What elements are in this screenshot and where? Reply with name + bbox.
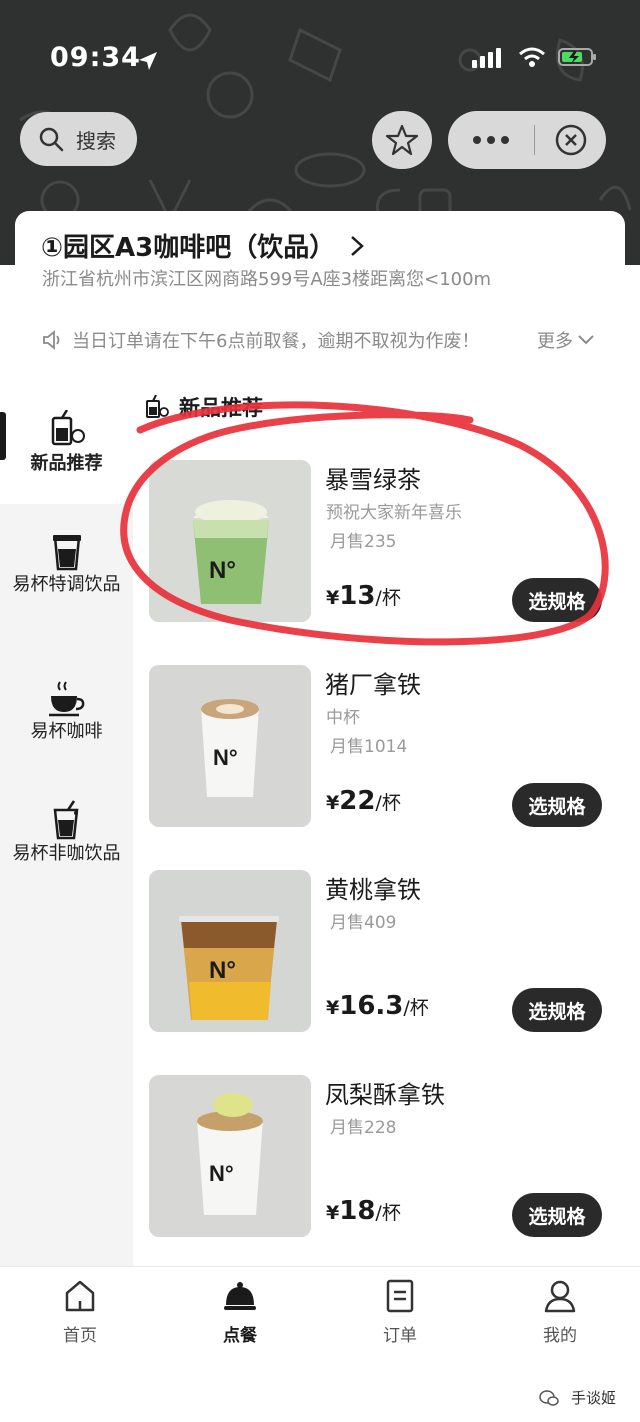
svg-text:N°: N°: [209, 1161, 234, 1186]
sidebar-label: 易杯特调饮品: [12, 574, 121, 595]
miniapp-capsule: [448, 111, 606, 169]
new-drink-icon: [146, 395, 169, 418]
speaker-icon: [43, 330, 60, 350]
tab-profile[interactable]: 我的: [520, 1279, 600, 1346]
tab-label: 订单: [383, 1326, 417, 1346]
location-arrow-icon: [139, 52, 157, 70]
coffee-icon: [48, 681, 84, 717]
tab-orders[interactable]: 订单: [360, 1279, 440, 1346]
status-time: 09:34: [50, 42, 141, 73]
store-address: 浙江省杭州市滨江区网商路599号A座3楼距离您<100m: [42, 269, 492, 290]
product-card[interactable]: N° 猪厂拿铁 中杯 月售1014 ¥22/杯 选规格: [149, 665, 629, 830]
select-spec-button[interactable]: 选规格: [512, 783, 602, 827]
watermark: 手谈姬: [539, 1385, 622, 1410]
product-card[interactable]: N° 黄桃拿铁 月售409 ¥16.3/杯 选规格: [149, 870, 629, 1035]
close-circle-icon: [555, 124, 586, 156]
more-label: 更多: [537, 331, 573, 352]
section-header: 新品推荐: [145, 392, 263, 422]
soda-icon: [53, 800, 78, 840]
tab-order-food[interactable]: 点餐: [200, 1279, 280, 1346]
product-name: 暴雪绿茶: [325, 466, 421, 494]
product-sales: 月售228: [330, 1118, 397, 1138]
star-icon: [385, 124, 419, 156]
favorite-button[interactable]: [372, 111, 432, 169]
watermark-text: 手谈姬: [564, 1385, 622, 1410]
tab-label: 点餐: [223, 1326, 257, 1346]
product-image: N°: [149, 870, 311, 1032]
store-name-link[interactable]: ①园区A3咖啡吧（饮品）: [41, 227, 365, 264]
search-button[interactable]: 搜索: [20, 112, 137, 166]
select-spec-button[interactable]: 选规格: [512, 578, 602, 622]
battery-icon: [558, 48, 596, 66]
product-price: ¥13/杯: [326, 581, 401, 611]
product-price: ¥18/杯: [326, 1196, 401, 1226]
product-card[interactable]: N° 凤梨酥拿铁 月售228 ¥18/杯 选规格: [149, 1075, 629, 1240]
bottom-tab-bar: 首页 点餐 订单 我的 手谈姬: [0, 1266, 640, 1422]
store-notice: 当日订单请在下午6点前取餐，逾期不取视为作废！: [42, 327, 479, 353]
product-sales: 月售409: [330, 913, 397, 933]
app-screen: 09:34 搜索 ①园区A3咖啡吧（饮品） 浙江省杭州市滨江区网商路599号A座…: [0, 0, 640, 1422]
sidebar-label: 易杯非咖饮品: [12, 843, 121, 864]
more-options-button[interactable]: [448, 136, 534, 144]
more-notice-button[interactable]: 更多: [537, 327, 595, 353]
product-image: N°: [149, 665, 311, 827]
wifi-icon: [519, 47, 545, 67]
new-drink-icon: [51, 410, 85, 446]
cup-icon: [52, 535, 81, 571]
svg-text:N°: N°: [213, 745, 238, 770]
status-icons: [472, 46, 598, 68]
select-spec-button[interactable]: 选规格: [512, 988, 602, 1032]
cloche-icon: [224, 1282, 256, 1310]
section-title: 新品推荐: [179, 396, 263, 420]
sidebar-item-special[interactable]: 易杯特调饮品: [0, 531, 133, 598]
wechat-icon: [539, 1389, 559, 1406]
tab-label: 我的: [543, 1326, 577, 1346]
order-icon: [386, 1279, 414, 1313]
product-price: ¥16.3/杯: [326, 991, 429, 1021]
tab-label: 首页: [63, 1326, 97, 1346]
product-name: 黄桃拿铁: [325, 876, 421, 904]
search-icon: [39, 127, 64, 152]
store-card: ①园区A3咖啡吧（饮品） 浙江省杭州市滨江区网商路599号A座3楼距离您<100…: [15, 211, 625, 366]
product-sales: 月售235: [330, 532, 397, 552]
notice-text: 当日订单请在下午6点前取餐，逾期不取视为作废！: [72, 331, 480, 352]
sidebar-label: 易杯咖啡: [30, 721, 103, 742]
category-sidebar: 新品推荐 易杯特调饮品 易杯咖啡 易杯非咖饮品: [0, 366, 133, 1266]
sidebar-item-non-coffee[interactable]: 易杯非咖饮品: [0, 800, 133, 867]
svg-text:N°: N°: [209, 557, 236, 584]
sidebar-label: 新品推荐: [30, 453, 103, 474]
signal-icon: [472, 48, 501, 68]
home-icon: [65, 1280, 95, 1312]
product-image: N°: [149, 1075, 311, 1237]
close-miniapp-button[interactable]: [535, 123, 606, 157]
product-subtitle: 预祝大家新年喜乐: [326, 503, 462, 523]
tab-home[interactable]: 首页: [40, 1279, 120, 1346]
product-price: ¥22/杯: [326, 786, 401, 816]
select-spec-button[interactable]: 选规格: [512, 1193, 602, 1237]
product-list: 新品推荐 N° 暴雪绿茶 预祝大家新年喜乐 月售235 ¥13/杯 选规格 N°…: [133, 366, 640, 1266]
product-name: 猪厂拿铁: [325, 671, 421, 699]
status-bar: 09:34: [0, 38, 640, 82]
chevron-down-icon: [578, 335, 594, 345]
product-subtitle: 中杯: [326, 708, 360, 728]
product-name: 凤梨酥拿铁: [325, 1081, 445, 1109]
sidebar-item-coffee[interactable]: 易杯咖啡: [0, 678, 133, 745]
product-card[interactable]: N° 暴雪绿茶 预祝大家新年喜乐 月售235 ¥13/杯 选规格: [149, 460, 629, 625]
chevron-right-icon: [351, 235, 365, 256]
svg-text:N°: N°: [209, 957, 236, 984]
store-name: ①园区A3咖啡吧（饮品）: [41, 233, 336, 263]
product-image: N°: [149, 460, 311, 622]
profile-icon: [544, 1280, 576, 1313]
sidebar-item-new[interactable]: 新品推荐: [0, 366, 133, 504]
product-sales: 月售1014: [330, 737, 408, 757]
search-label: 搜索: [76, 128, 116, 153]
